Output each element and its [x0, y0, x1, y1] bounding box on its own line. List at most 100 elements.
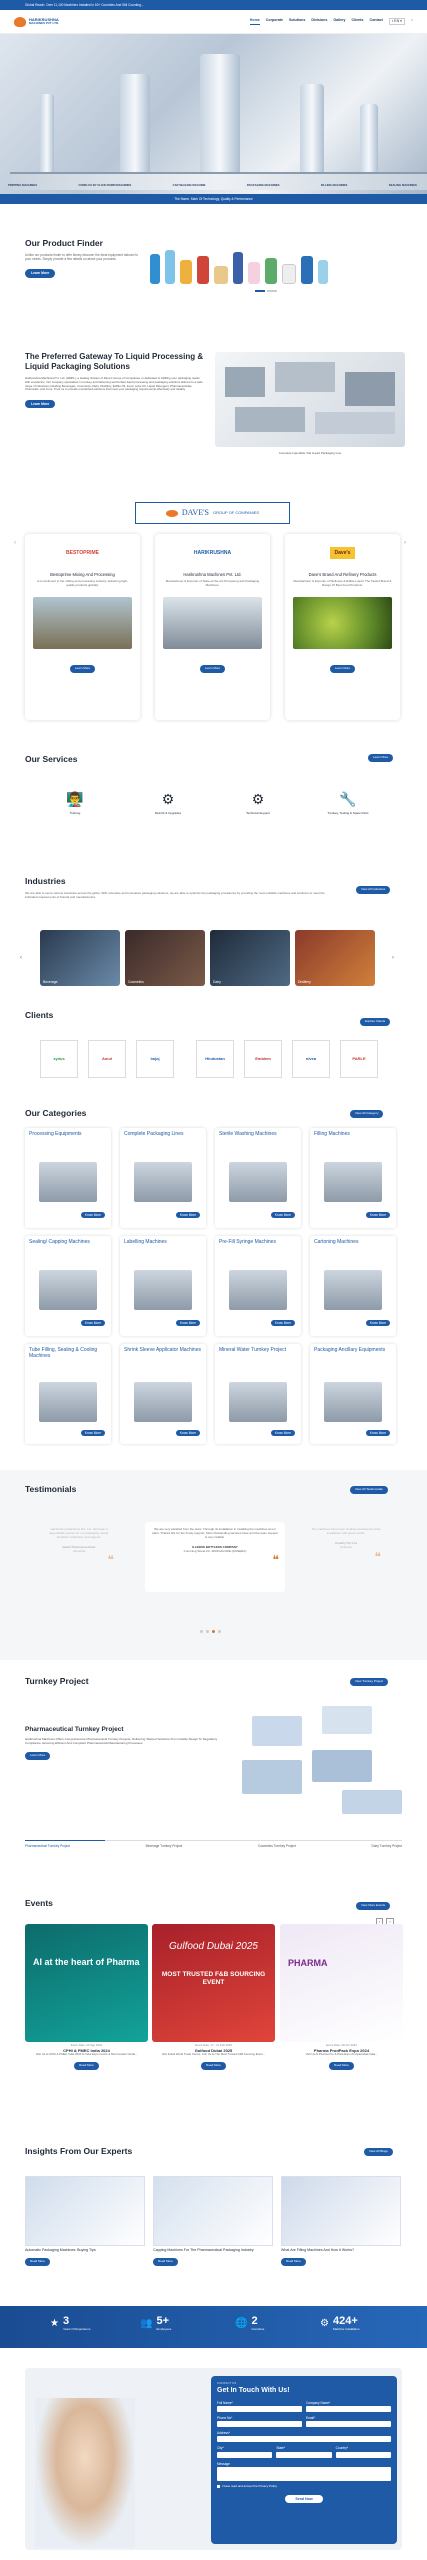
- service-item[interactable]: ⚙ Retrofit & Upgrades: [145, 790, 191, 816]
- clients-button[interactable]: Explore Clients: [360, 1018, 391, 1026]
- finder-slider-dots[interactable]: [255, 290, 277, 292]
- slider-dot[interactable]: [206, 1630, 209, 1633]
- address-field[interactable]: [217, 2436, 391, 2443]
- event-poster[interactable]: PHARMA: [280, 1924, 403, 2042]
- category-button[interactable]: Know More: [365, 1320, 390, 1327]
- category-card[interactable]: Cartoning Machines Know More: [310, 1236, 396, 1336]
- tab-cosmetics[interactable]: Cosmetics Turnkey Project: [258, 1844, 296, 1848]
- category-button[interactable]: Know More: [270, 1430, 295, 1437]
- category-button[interactable]: Know More: [80, 1320, 105, 1327]
- industry-tile[interactable]: Cosmetics: [125, 930, 205, 986]
- industry-tile[interactable]: Dairy: [210, 930, 290, 986]
- turnkey-desc: Harikrushna Machines Offers Comprehensiv…: [25, 1737, 218, 1746]
- category-card[interactable]: Sterile Washing Machines Know More: [215, 1128, 301, 1228]
- city-field[interactable]: [217, 2451, 273, 2458]
- industry-tile[interactable]: Beverage: [40, 930, 120, 986]
- testimonial-dots[interactable]: [200, 1630, 221, 1633]
- category-card[interactable]: Pre-Fill Syringe Machines Know More: [215, 1236, 301, 1336]
- category-button[interactable]: Know More: [365, 1212, 390, 1219]
- slider-dot[interactable]: [200, 1630, 203, 1633]
- insights-button[interactable]: View All Blogs: [364, 2148, 393, 2156]
- tab-pharmaceutical[interactable]: Pharmaceutical Turnkey Project: [25, 1844, 70, 1848]
- event-poster[interactable]: Gulfood Dubai 2025 MOST TRUSTED F&B SOUR…: [152, 1924, 275, 2042]
- group-card-image: [163, 597, 262, 650]
- testimonials-button[interactable]: View All Testimonials: [350, 1486, 388, 1494]
- slider-dot[interactable]: [218, 1630, 221, 1633]
- industries-next-arrow-icon[interactable]: ›: [392, 955, 394, 963]
- gateway-title: The Preferred Gateway To Liquid Processi…: [25, 352, 204, 371]
- insight-image[interactable]: [25, 2176, 145, 2246]
- group-card-button[interactable]: Learn More: [199, 665, 226, 674]
- slider-dot[interactable]: [267, 290, 277, 292]
- slider-dot-active[interactable]: [212, 1630, 215, 1633]
- category-button[interactable]: Know More: [80, 1212, 105, 1219]
- category-card[interactable]: Shrink Sleeve Applicator Machines Know Mo…: [120, 1344, 206, 1444]
- category-button[interactable]: Know More: [175, 1430, 200, 1437]
- message-field[interactable]: [217, 2466, 391, 2481]
- service-item[interactable]: 👨‍🏫 Training: [55, 790, 95, 816]
- service-item[interactable]: 🔧 Turnkey, Tooling & Spare Parts: [318, 790, 378, 816]
- event-poster[interactable]: AI at the heart of Pharma: [25, 1924, 148, 2042]
- group-card-button[interactable]: Learn More: [329, 665, 356, 674]
- phone-field[interactable]: [217, 2421, 302, 2428]
- insight-image[interactable]: [281, 2176, 401, 2246]
- product-finder-button[interactable]: Learn More: [25, 269, 56, 278]
- category-card[interactable]: Processing Equipments Know More: [25, 1128, 111, 1228]
- insight-image[interactable]: [153, 2176, 273, 2246]
- category-card[interactable]: Labelling Machines Know More: [120, 1236, 206, 1336]
- nav-item-clients[interactable]: Clients: [352, 18, 364, 25]
- gateway-button[interactable]: Learn More: [25, 400, 56, 409]
- category-card[interactable]: Complete Packaging Lines Know More: [120, 1128, 206, 1228]
- category-button[interactable]: Know More: [365, 1430, 390, 1437]
- industries-button[interactable]: View All Industries: [356, 886, 391, 894]
- category-button[interactable]: Know More: [175, 1212, 200, 1219]
- category-card[interactable]: Sealing/ Capping Machines Know More: [25, 1236, 111, 1336]
- industry-tile[interactable]: Distillery: [295, 930, 375, 986]
- nav-item-gallery[interactable]: Gallery: [333, 18, 345, 25]
- events-button[interactable]: View More Events: [356, 1902, 391, 1910]
- event-read-more[interactable]: Read More: [329, 2062, 354, 2071]
- category-card[interactable]: Tube Filling, Sealing & Cooling Machines…: [25, 1344, 111, 1444]
- stat-label: Years Of Experience: [62, 2327, 91, 2332]
- category-button[interactable]: Know More: [270, 1212, 295, 1219]
- send-button[interactable]: Send Now: [285, 2494, 323, 2504]
- slider-dot-active[interactable]: [255, 290, 265, 292]
- services-button[interactable]: Learn More: [368, 754, 394, 762]
- email-field[interactable]: [306, 2421, 391, 2428]
- insight-read-more[interactable]: Read More: [281, 2257, 306, 2266]
- insight-read-more[interactable]: Read More: [153, 2257, 178, 2266]
- category-button[interactable]: Know More: [80, 1430, 105, 1437]
- brand-logo[interactable]: HARIKRUSHNA MACHINES PVT LTD.: [14, 16, 59, 27]
- category-card[interactable]: Packaging Ancillary Equipments Know More: [310, 1344, 396, 1444]
- group-card-button[interactable]: Learn More: [69, 665, 96, 674]
- tab-beverage[interactable]: Beverage Turnkey Project: [146, 1844, 183, 1848]
- category-card[interactable]: Filling Machines Know More: [310, 1128, 396, 1228]
- turnkey-learn-more[interactable]: Learn More: [25, 1752, 51, 1761]
- search-icon[interactable]: ⌕: [411, 18, 413, 25]
- consent-checkbox[interactable]: [217, 2485, 220, 2489]
- nav-item-contact[interactable]: Contact: [370, 18, 383, 25]
- company-name-field[interactable]: [306, 2406, 391, 2413]
- language-selector[interactable]: ▪ EN ▾: [388, 18, 405, 25]
- group-prev-arrow-icon[interactable]: ‹: [14, 540, 16, 548]
- categories-button[interactable]: View All Category: [350, 1110, 384, 1118]
- insight-read-more[interactable]: Read More: [25, 2257, 50, 2266]
- country-select[interactable]: [335, 2451, 391, 2458]
- category-button[interactable]: Know More: [270, 1320, 295, 1327]
- nav-item-corporate[interactable]: Corporate: [266, 18, 283, 25]
- state-field[interactable]: [276, 2451, 332, 2458]
- group-next-arrow-icon[interactable]: ›: [404, 540, 406, 548]
- industries-prev-arrow-icon[interactable]: ‹: [20, 955, 22, 963]
- nav-item-divisions[interactable]: Divisions: [311, 18, 327, 25]
- event-read-more[interactable]: Read More: [201, 2062, 226, 2071]
- category-card[interactable]: Mineral Water Turnkey Project Know More: [215, 1344, 301, 1444]
- category-button[interactable]: Know More: [175, 1320, 200, 1327]
- nav-item-solutions[interactable]: Solutions: [289, 18, 305, 25]
- nav-item-home[interactable]: Home: [249, 18, 260, 25]
- full-name-field[interactable]: [217, 2406, 302, 2413]
- event-read-more[interactable]: Read More: [74, 2062, 99, 2071]
- turnkey-button[interactable]: View Turnkey Project: [350, 1678, 389, 1686]
- service-item[interactable]: ⚙ Technical Support: [235, 790, 281, 816]
- tab-dairy[interactable]: Dairy Turnkey Project: [372, 1844, 402, 1848]
- support-icon: ⚙: [251, 791, 265, 807]
